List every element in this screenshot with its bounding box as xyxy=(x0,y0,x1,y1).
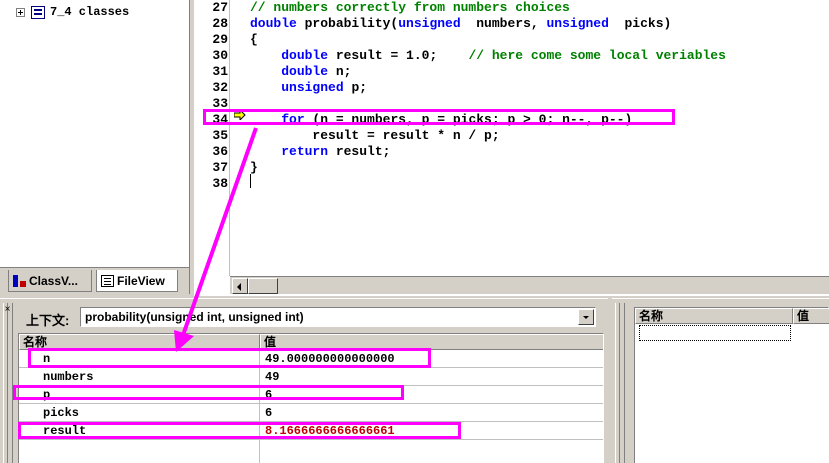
column-header-name[interactable]: 名称 xyxy=(635,308,793,324)
line-number: 30 xyxy=(212,48,228,63)
line-number: 32 xyxy=(212,80,228,95)
code-line: return result; xyxy=(250,144,390,160)
column-header-value[interactable]: 值 xyxy=(793,308,829,324)
tree-item-label: 7_4 classes xyxy=(50,5,130,19)
dock-grip[interactable] xyxy=(615,303,625,463)
code-line: double n; xyxy=(250,64,351,80)
code-token: { xyxy=(250,32,258,47)
code-keyword: unsigned xyxy=(546,16,609,31)
context-label: 上下文: xyxy=(26,313,70,328)
watch-edit-cell[interactable] xyxy=(639,325,791,341)
tree-item-classes[interactable]: 7_4 classes xyxy=(16,4,129,20)
line-number: 31 xyxy=(212,64,228,79)
chevron-down-icon[interactable] xyxy=(578,309,594,325)
code-keyword: unsigned xyxy=(281,80,344,95)
tab-classview-label: ClassV... xyxy=(29,273,78,288)
line-number: 27 xyxy=(212,0,228,15)
class-view-pane: 7_4 classes xyxy=(0,0,190,268)
code-keyword: unsigned xyxy=(398,16,461,31)
dock-grip[interactable] xyxy=(3,303,13,463)
tab-classview[interactable]: ClassV... xyxy=(8,270,92,292)
code-keyword: double xyxy=(281,48,329,63)
context-value: probability(unsigned int, unsigned int) xyxy=(85,310,304,324)
table-row[interactable]: numbers 49 xyxy=(19,368,603,386)
code-keyword: return xyxy=(281,144,329,159)
highlight-var-result xyxy=(18,422,461,439)
code-token: result = 1.0; xyxy=(328,48,469,63)
code-token: result = result * n / p; xyxy=(250,128,500,143)
code-token: result; xyxy=(328,144,391,159)
line-number: 28 xyxy=(212,16,228,31)
scroll-left-button[interactable] xyxy=(232,278,248,294)
expand-icon[interactable] xyxy=(16,7,25,17)
line-number: 36 xyxy=(212,144,228,159)
code-editor[interactable]: 27 28 29 30 31 32 33 34 35 36 37 38 // numbers corr… xyxy=(194,0,829,296)
code-line: } xyxy=(250,160,258,176)
watch-grid: 名称 值 xyxy=(634,307,829,463)
file-view-icon xyxy=(101,274,114,287)
workspace-tabs: ClassV... FileView xyxy=(0,268,190,294)
code-token: } xyxy=(250,160,258,175)
text-caret xyxy=(250,174,251,188)
variable-name: numbers xyxy=(43,370,94,384)
tab-fileview-label: FileView xyxy=(117,273,165,288)
code-comment: // here come some local veriables xyxy=(468,48,726,63)
code-line: unsigned p; xyxy=(250,80,367,96)
code-token: numbers, xyxy=(460,16,547,31)
code-token: probability( xyxy=(296,16,399,31)
table-row[interactable]: picks 6 xyxy=(19,404,603,422)
line-number: 29 xyxy=(212,32,228,47)
code-token: picks) xyxy=(608,16,672,31)
code-comment: // numbers correctly from numbers choice… xyxy=(250,0,570,15)
code-line: // numbers correctly from numbers choice… xyxy=(250,0,570,16)
code-line: double result = 1.0; // here come some l… xyxy=(250,48,726,64)
line-number: 37 xyxy=(212,160,228,175)
code-text-area[interactable]: // numbers correctly from numbers choice… xyxy=(234,0,829,276)
class-view-icon xyxy=(13,274,26,287)
close-icon[interactable]: × xyxy=(3,305,12,315)
highlight-for-loop xyxy=(203,109,675,125)
watch-pane: 名称 值 xyxy=(612,298,829,463)
context-dropdown[interactable]: probability(unsigned int, unsigned int) xyxy=(80,307,596,327)
line-number: 38 xyxy=(212,176,228,191)
code-keyword: double xyxy=(281,64,329,79)
project-icon xyxy=(31,5,45,19)
code-token: n; xyxy=(328,64,352,79)
code-line: double probability(unsigned numbers, uns… xyxy=(250,16,671,32)
variable-value[interactable]: 6 xyxy=(265,405,272,421)
line-number-gutter: 27 28 29 30 31 32 33 34 35 36 37 38 xyxy=(194,0,230,276)
highlight-var-n xyxy=(28,348,431,368)
variable-name: picks xyxy=(43,406,80,420)
highlight-var-p xyxy=(13,385,404,400)
scroll-thumb[interactable] xyxy=(248,278,278,294)
line-number: 35 xyxy=(212,128,228,143)
horizontal-scrollbar[interactable] xyxy=(230,276,829,294)
code-token: p; xyxy=(343,80,368,95)
code-line: { xyxy=(250,32,258,48)
code-line: result = result * n / p; xyxy=(250,128,500,144)
code-keyword: double xyxy=(250,16,297,31)
variable-value[interactable]: 49 xyxy=(265,369,279,385)
tab-fileview[interactable]: FileView xyxy=(96,270,178,292)
